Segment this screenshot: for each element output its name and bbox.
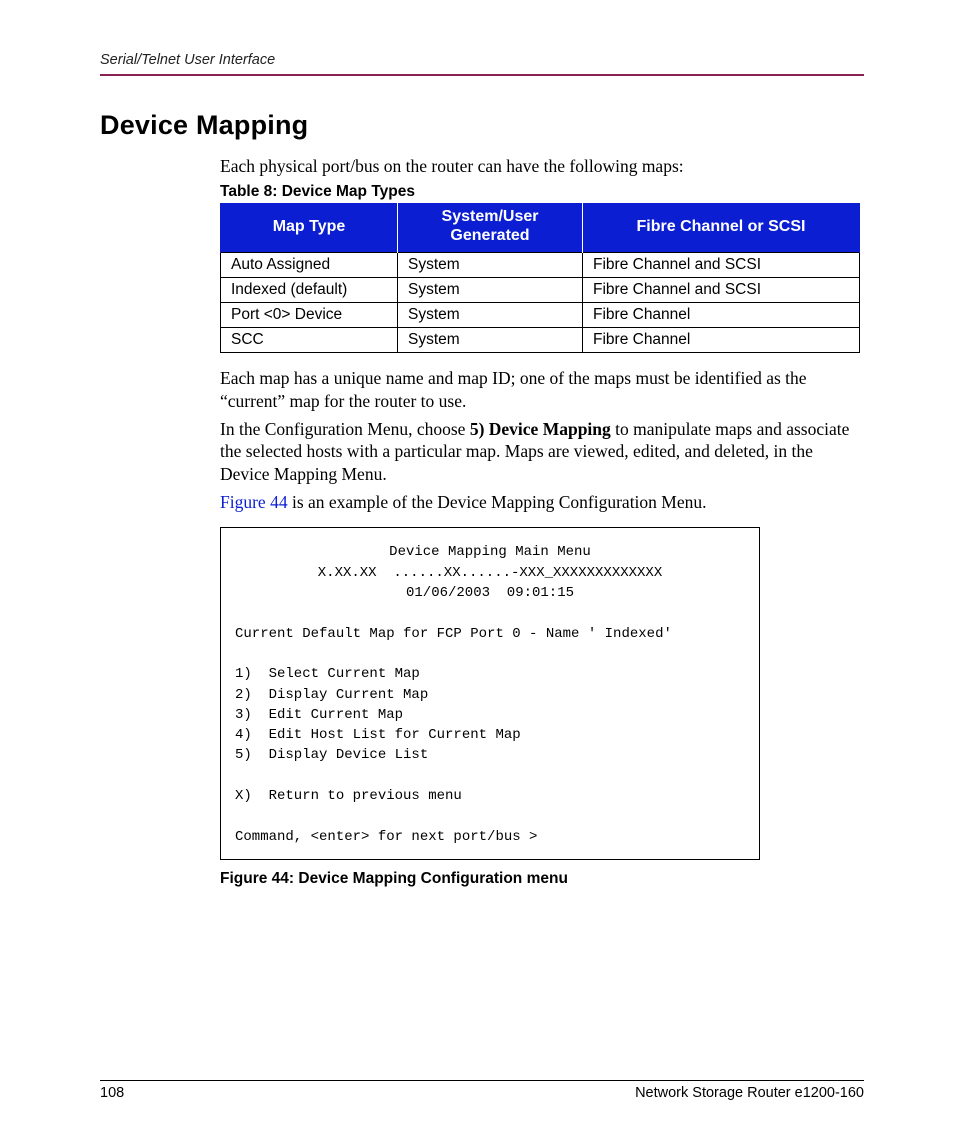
terminal-figure: Device Mapping Main MenuX.XX.XX ......XX… — [220, 527, 760, 859]
menu-choice-bold: 5) Device Mapping — [470, 419, 611, 439]
terminal-current-map: Current Default Map for FCP Port 0 - Nam… — [235, 626, 672, 642]
table-header-generated: System/User Generated — [398, 203, 583, 252]
cell-generated: System — [398, 303, 583, 328]
device-map-types-table: Map Type System/User Generated Fibre Cha… — [220, 203, 860, 353]
figure-link[interactable]: Figure 44 — [220, 492, 288, 512]
table-row: SCC System Fibre Channel — [221, 328, 860, 353]
table-header-generated-l2: Generated — [450, 227, 529, 244]
cell-channel: Fibre Channel and SCSI — [583, 253, 860, 278]
terminal-datetime: 01/06/2003 09:01:15 — [235, 583, 745, 603]
terminal-option-3: 3) Edit Current Map — [235, 707, 403, 723]
table-row: Port <0> Device System Fibre Channel — [221, 303, 860, 328]
terminal-option-1: 1) Select Current Map — [235, 666, 420, 682]
table-row: Auto Assigned System Fibre Channel and S… — [221, 253, 860, 278]
table-caption: Table 8: Device Map Types — [220, 183, 864, 201]
footer-rule — [100, 1080, 864, 1081]
running-header: Serial/Telnet User Interface — [100, 52, 864, 68]
cell-map-type: Port <0> Device — [221, 303, 398, 328]
table-header-row: Map Type System/User Generated Fibre Cha… — [221, 203, 860, 252]
terminal-title: Device Mapping Main Menu — [235, 542, 745, 562]
content-block: Each physical port/bus on the router can… — [220, 155, 864, 888]
figure-caption: Figure 44: Device Mapping Configuration … — [220, 870, 864, 888]
page-number: 108 — [100, 1085, 124, 1101]
table-header-channel: Fibre Channel or SCSI — [583, 203, 860, 252]
cell-generated: System — [398, 328, 583, 353]
terminal-option-5: 5) Display Device List — [235, 747, 428, 763]
page-footer: 108 Network Storage Router e1200-160 — [100, 1080, 864, 1101]
header-rule — [100, 74, 864, 76]
table-header-generated-l1: System/User — [442, 208, 539, 225]
document-title: Network Storage Router e1200-160 — [635, 1085, 864, 1101]
cell-generated: System — [398, 278, 583, 303]
paragraph-unique-name: Each map has a unique name and map ID; o… — [220, 367, 864, 412]
cell-generated: System — [398, 253, 583, 278]
cell-map-type: Auto Assigned — [221, 253, 398, 278]
terminal-prompt: Command, <enter> for next port/bus > — [235, 829, 537, 845]
section-heading: Device Mapping — [100, 110, 864, 141]
footer-row: 108 Network Storage Router e1200-160 — [100, 1085, 864, 1101]
cell-map-type: Indexed (default) — [221, 278, 398, 303]
cell-channel: Fibre Channel — [583, 328, 860, 353]
paragraph-figure-ref: Figure 44 is an example of the Device Ma… — [220, 491, 864, 513]
intro-paragraph: Each physical port/bus on the router can… — [220, 155, 864, 177]
cell-channel: Fibre Channel — [583, 303, 860, 328]
paragraph-config-pre: In the Configuration Menu, choose — [220, 419, 470, 439]
table-row: Indexed (default) System Fibre Channel a… — [221, 278, 860, 303]
paragraph-config-menu: In the Configuration Menu, choose 5) Dev… — [220, 418, 864, 485]
paragraph-figure-rest: is an example of the Device Mapping Conf… — [288, 492, 707, 512]
page: Serial/Telnet User Interface Device Mapp… — [0, 0, 954, 1145]
terminal-option-x: X) Return to previous menu — [235, 788, 462, 804]
table-header-map-type: Map Type — [221, 203, 398, 252]
terminal-option-2: 2) Display Current Map — [235, 687, 428, 703]
cell-map-type: SCC — [221, 328, 398, 353]
terminal-option-4: 4) Edit Host List for Current Map — [235, 727, 521, 743]
cell-channel: Fibre Channel and SCSI — [583, 278, 860, 303]
terminal-ident: X.XX.XX ......XX......-XXX_XXXXXXXXXXXXX — [235, 563, 745, 583]
